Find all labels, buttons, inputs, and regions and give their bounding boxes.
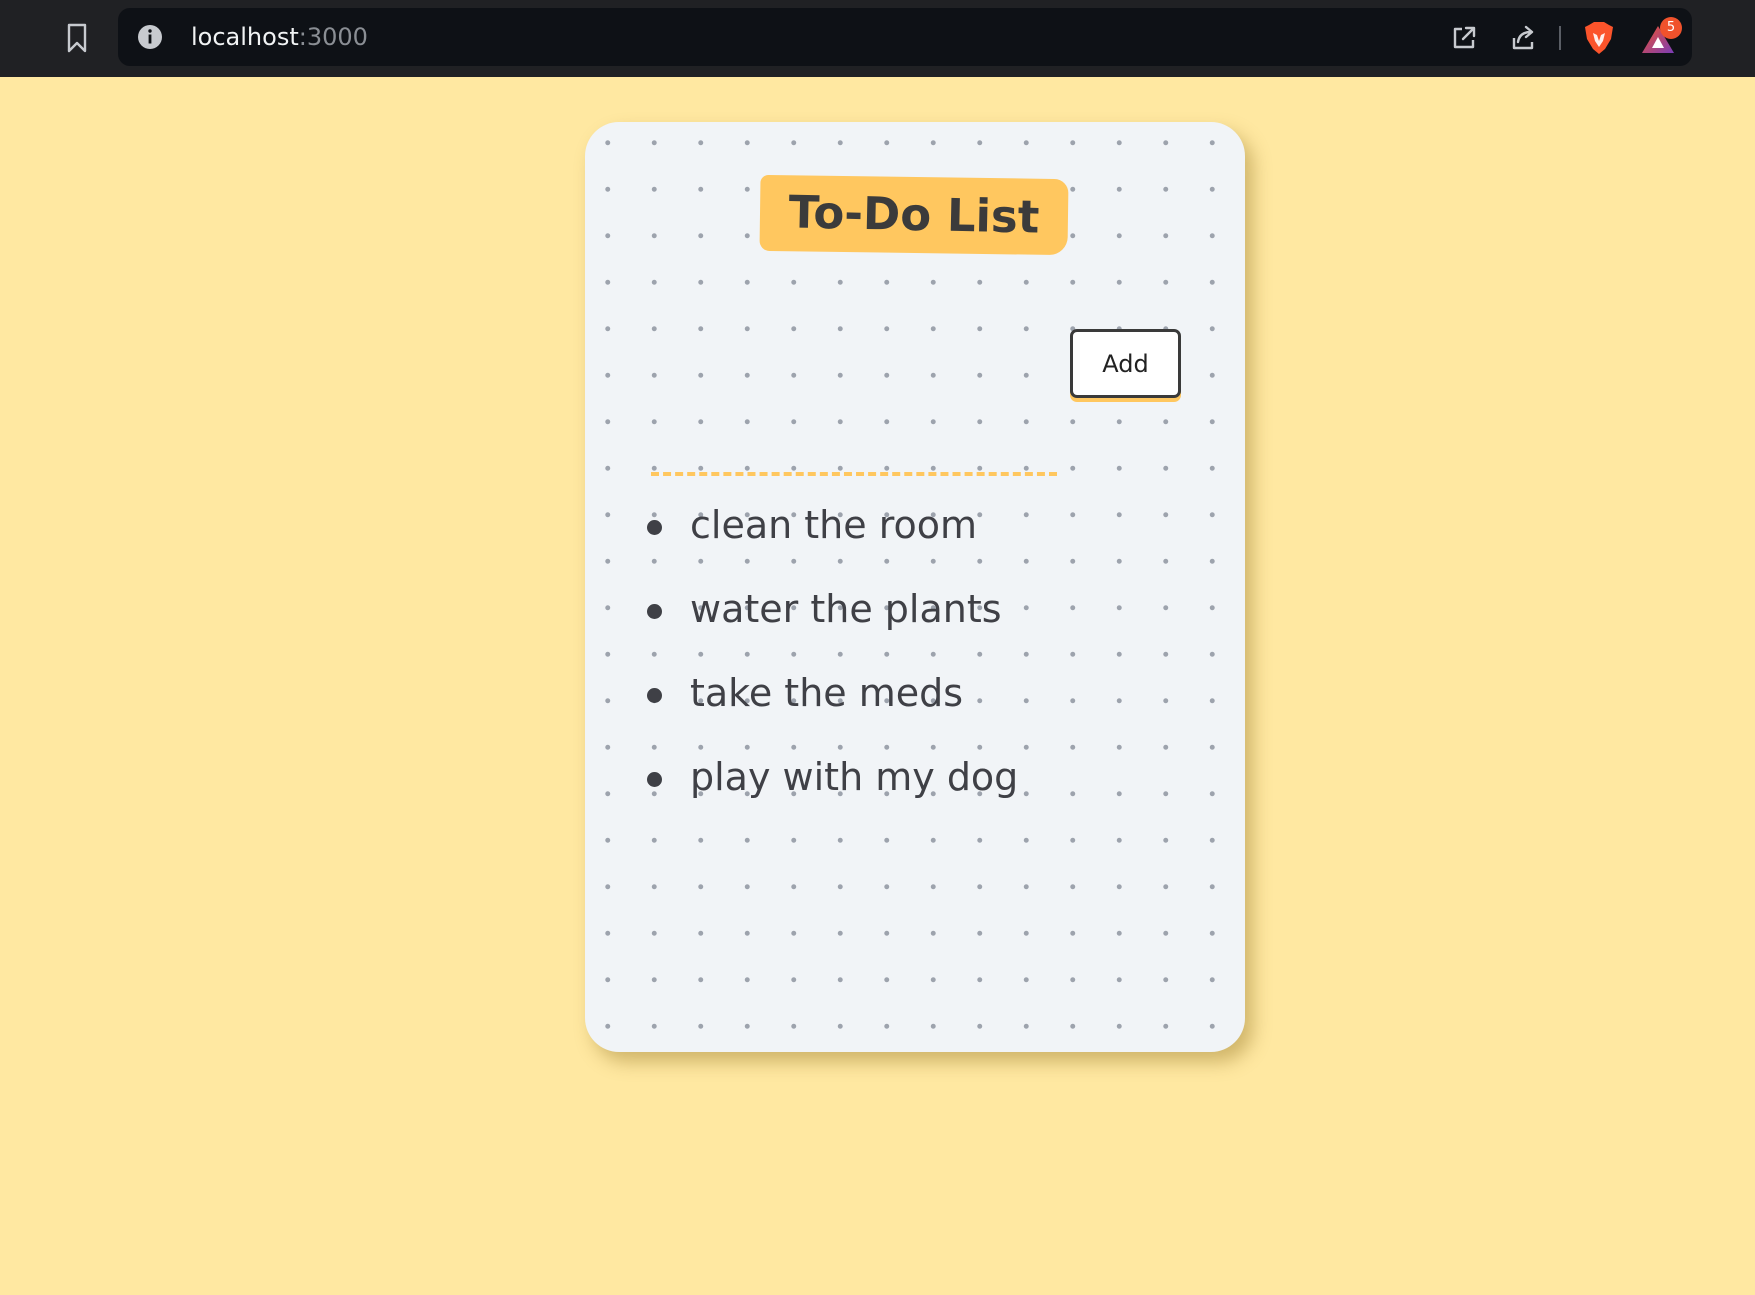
page-title: To-Do List xyxy=(788,185,1040,244)
site-info-icon[interactable] xyxy=(137,24,163,50)
url-port: :3000 xyxy=(298,23,368,51)
toolbar-separator xyxy=(1559,26,1561,50)
address-bar[interactable]: localhost:3000 5 xyxy=(118,8,1692,66)
add-button[interactable]: Add xyxy=(1070,329,1181,398)
open-external-icon[interactable] xyxy=(1450,24,1478,52)
bullet-icon xyxy=(647,520,662,535)
list-item-text: take the meds xyxy=(690,671,964,715)
bookmark-icon[interactable] xyxy=(65,22,89,54)
list-item-text: clean the room xyxy=(690,503,978,547)
todo-card: To-Do List Add clean the room water the … xyxy=(585,122,1245,1052)
url-host: localhost xyxy=(191,23,299,51)
bullet-icon xyxy=(647,604,662,619)
browser-toolbar: localhost:3000 5 xyxy=(0,0,1755,77)
brave-lion-icon[interactable] xyxy=(1583,21,1615,55)
share-icon[interactable] xyxy=(1509,24,1537,52)
notification-badge: 5 xyxy=(1660,17,1682,39)
bullet-icon xyxy=(647,772,662,787)
task-input[interactable] xyxy=(651,422,1057,476)
bullet-icon xyxy=(647,688,662,703)
list-item-text: water the plants xyxy=(690,587,1002,631)
url-text[interactable]: localhost:3000 xyxy=(191,22,368,52)
list-item-text: play with my dog xyxy=(690,755,1019,799)
